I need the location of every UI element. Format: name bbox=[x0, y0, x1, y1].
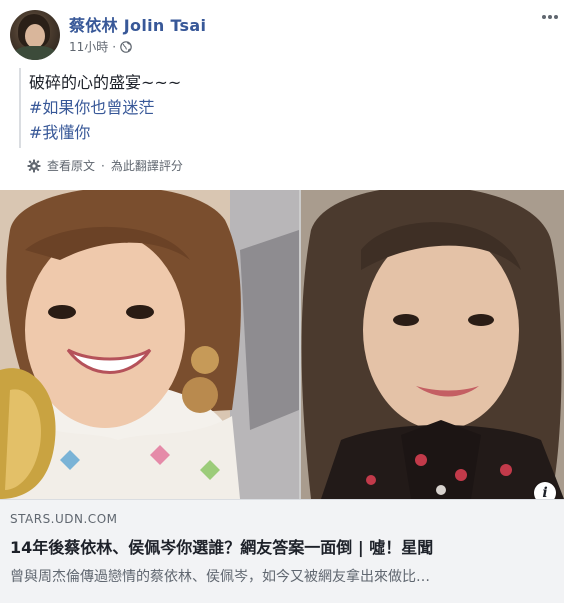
meta-separator: · bbox=[112, 39, 117, 54]
more-dot-icon bbox=[542, 15, 546, 19]
more-options-button[interactable] bbox=[542, 14, 558, 20]
translation-controls: 查看原文 · 為此翻譯評分 bbox=[27, 157, 183, 174]
more-dot-icon bbox=[554, 15, 558, 19]
hashtag-link[interactable]: #我懂你 bbox=[29, 120, 181, 145]
post-text-line: 破碎的心的盛宴~~~ bbox=[29, 73, 182, 92]
link-domain: STARS.UDN.COM bbox=[10, 512, 118, 526]
post-meta: 11小時 · bbox=[69, 38, 132, 55]
info-icon[interactable]: i bbox=[534, 482, 556, 499]
link-description: 曾與周杰倫傳過戀情的蔡依林、侯佩岑，如今又被網友拿出來做比… bbox=[10, 569, 430, 585]
post-header: 蔡依林 Jolin Tsai 11小時 · bbox=[0, 0, 564, 62]
portrait-left-illustration bbox=[0, 190, 299, 499]
link-preview-image[interactable]: i bbox=[0, 190, 564, 499]
rate-translation-link[interactable]: 為此翻譯評分 bbox=[111, 157, 183, 174]
gear-icon[interactable] bbox=[27, 159, 41, 173]
hashtag-link[interactable]: #如果你也曾迷茫 bbox=[29, 95, 181, 120]
globe-icon[interactable] bbox=[120, 40, 132, 53]
post-text: 破碎的心的盛宴~~~ #如果你也曾迷茫 #我懂你 bbox=[29, 70, 181, 145]
link-title[interactable]: 14年後蔡依林、侯佩岑你選誰？網友答案一面倒 | 噓！星聞 bbox=[10, 534, 558, 558]
view-original-link[interactable]: 查看原文 bbox=[47, 157, 95, 174]
photo-left bbox=[0, 190, 299, 499]
author-name-link[interactable]: 蔡依林 Jolin Tsai bbox=[69, 12, 206, 36]
portrait-right-illustration bbox=[301, 190, 564, 499]
more-dot-icon bbox=[548, 15, 552, 19]
post-timestamp[interactable]: 11小時 bbox=[69, 38, 108, 55]
translate-separator: · bbox=[101, 158, 105, 173]
avatar[interactable] bbox=[10, 10, 60, 60]
link-preview-card[interactable]: STARS.UDN.COM 14年後蔡依林、侯佩岑你選誰？網友答案一面倒 | 噓… bbox=[0, 499, 564, 603]
photo-right bbox=[301, 190, 564, 499]
translation-indicator-bar bbox=[19, 68, 21, 148]
